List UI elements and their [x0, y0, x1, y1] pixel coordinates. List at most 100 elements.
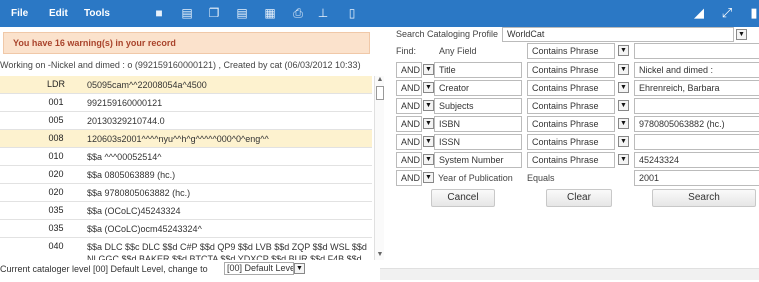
panel-icon[interactable]: ▮	[746, 5, 759, 21]
table-row[interactable]: 005 20130329210744.0	[0, 112, 372, 130]
chevron-down-icon[interactable]: ▼	[618, 118, 629, 129]
chevron-down-icon[interactable]: ▼	[423, 64, 434, 75]
search-button[interactable]: Search	[652, 189, 756, 207]
scroll-down-icon[interactable]: ▼	[376, 251, 384, 259]
menu-edit[interactable]: Edit	[49, 0, 68, 27]
marc-value[interactable]: $$a DLC $$c DLC $$d C#P $$d QP9 $$d LVB …	[87, 241, 367, 260]
menu-tools[interactable]: Tools	[84, 0, 110, 27]
chevron-down-icon[interactable]: ▼	[618, 136, 629, 147]
year-input[interactable]: 2001	[634, 170, 759, 186]
marc-value[interactable]: 05095cam^^22008054a^4500	[87, 79, 367, 91]
search-value-input[interactable]: Nickel and dimed :	[634, 62, 759, 78]
save-icon[interactable]: ■	[152, 6, 166, 20]
cancel-button[interactable]: Cancel	[431, 189, 495, 207]
operator-select[interactable]: Contains Phrase	[527, 43, 615, 59]
profile-select[interactable]: WorldCat	[502, 27, 734, 42]
search-value-input[interactable]: Ehrenreich, Barbara	[634, 80, 759, 96]
field-select[interactable]: ISSN	[434, 134, 522, 150]
chevron-down-icon[interactable]: ▼	[423, 82, 434, 93]
operator-select[interactable]: Contains Phrase	[527, 62, 615, 78]
cataloger-level-select[interactable]: [00] Default Leve	[224, 262, 294, 275]
table-row[interactable]: 008 120603s2001^^^^nyu^^h^g^^^^^000^0^en…	[0, 130, 372, 148]
table-row[interactable]: 020 $$a 9780805063882 (hc.)	[0, 184, 372, 202]
boolean-select[interactable]: AND	[396, 98, 422, 114]
table-row[interactable]: 035 $$a (OCoLC)45243324	[0, 202, 372, 220]
field-select[interactable]: Title	[434, 62, 522, 78]
menu-file[interactable]: File	[11, 0, 28, 27]
marc-tag: 008	[48, 133, 64, 143]
marc-tag: 020	[48, 187, 64, 197]
chevron-down-icon[interactable]: ▼	[618, 45, 629, 56]
operator-select[interactable]: Contains Phrase	[527, 80, 615, 96]
chevron-down-icon[interactable]: ▼	[423, 118, 434, 129]
search-value-input[interactable]: 9780805063882 (hc.)	[634, 116, 759, 132]
marc-tag: 020	[48, 169, 64, 179]
search-value-input[interactable]	[634, 134, 759, 150]
marc-value[interactable]: $$a ^^^00052514^	[87, 151, 367, 163]
operator-select[interactable]: Contains Phrase	[527, 152, 615, 168]
print-icon[interactable]: ⎙	[291, 6, 305, 20]
export-icon[interactable]: ▤	[235, 6, 249, 20]
chevron-down-icon[interactable]: ▼	[423, 136, 434, 147]
fullscreen-icon[interactable]: ⤢	[719, 5, 735, 21]
marc-tag: 005	[48, 115, 64, 125]
chevron-down-icon[interactable]: ▼	[736, 29, 747, 40]
marc-tag: 040	[48, 241, 64, 251]
scroll-up-icon[interactable]: ▲	[376, 76, 384, 84]
clear-button[interactable]: Clear	[546, 189, 612, 207]
search-value-input[interactable]	[634, 98, 759, 114]
boolean-select[interactable]: AND	[396, 134, 422, 150]
chevron-down-icon[interactable]: ▼	[618, 154, 629, 165]
table-row[interactable]: LDR 05095cam^^22008054a^4500	[0, 76, 372, 94]
boolean-select[interactable]: AND	[396, 116, 422, 132]
trash-icon[interactable]: ▯	[345, 6, 359, 20]
top-toolbar	[0, 0, 759, 27]
operator-select[interactable]: Contains Phrase	[527, 116, 615, 132]
field-label: Any Field	[439, 46, 477, 56]
record-icon[interactable]: ▦	[263, 6, 277, 20]
record-scrollbar[interactable]: ▲ ▼	[374, 76, 384, 260]
marc-value[interactable]: 20130329210744.0	[87, 115, 367, 127]
table-row[interactable]: 040 $$a DLC $$c DLC $$d C#P $$d QP9 $$d …	[0, 238, 372, 260]
boolean-select[interactable]: AND	[396, 62, 422, 78]
template-icon[interactable]: ▤	[180, 6, 194, 20]
marc-value[interactable]: 992159160000121	[87, 97, 367, 109]
chevron-down-icon[interactable]: ▼	[423, 172, 434, 183]
operator-label: Equals	[527, 173, 555, 183]
field-select[interactable]: Subjects	[434, 98, 522, 114]
marc-value[interactable]: $$a 9780805063882 (hc.)	[87, 187, 367, 199]
marc-value[interactable]: $$a (OCoLC)ocm45243324^	[87, 223, 367, 235]
boolean-select[interactable]: AND	[396, 170, 422, 186]
scroll-thumb[interactable]	[376, 86, 384, 100]
table-row[interactable]: 001 992159160000121	[0, 94, 372, 112]
chevron-down-icon[interactable]: ▼	[618, 82, 629, 93]
chevron-down-icon[interactable]: ▼	[423, 154, 434, 165]
field-select[interactable]: ISBN	[434, 116, 522, 132]
chevron-down-icon[interactable]: ▼	[294, 263, 305, 274]
boolean-select[interactable]: AND	[396, 80, 422, 96]
find-label: Find:	[396, 46, 417, 56]
horizontal-scrollbar[interactable]	[380, 268, 759, 280]
marc-tag: 035	[48, 205, 64, 215]
field-select[interactable]: System Number	[434, 152, 522, 168]
table-row[interactable]: 035 $$a (OCoLC)ocm45243324^	[0, 220, 372, 238]
field-select[interactable]: Creator	[434, 80, 522, 96]
warning-banner[interactable]: You have 16 warning(s) in your record	[3, 32, 370, 54]
chevron-down-icon[interactable]: ▼	[423, 100, 434, 111]
marc-value[interactable]: 120603s2001^^^^nyu^^h^g^^^^^000^0^eng^^	[87, 133, 367, 145]
table-row[interactable]: 020 $$a 0805063889 (hc.)	[0, 166, 372, 184]
chevron-down-icon[interactable]: ▼	[618, 64, 629, 75]
marc-value[interactable]: $$a (OCoLC)45243324	[87, 205, 367, 217]
search-value-input[interactable]	[634, 43, 759, 59]
marc-value[interactable]: $$a 0805063889 (hc.)	[87, 169, 367, 181]
search-value-input[interactable]: 45243324	[634, 152, 759, 168]
marc-tag: 035	[48, 223, 64, 233]
cart-icon[interactable]: ⊥	[316, 6, 330, 20]
chevron-down-icon[interactable]: ▼	[618, 100, 629, 111]
boolean-select[interactable]: AND	[396, 152, 422, 168]
table-row[interactable]: 010 $$a ^^^00052514^	[0, 148, 372, 166]
copy-icon[interactable]: ❐	[207, 6, 221, 20]
collapse-icon[interactable]: ◢	[691, 5, 707, 21]
operator-select[interactable]: Contains Phrase	[527, 134, 615, 150]
operator-select[interactable]: Contains Phrase	[527, 98, 615, 114]
